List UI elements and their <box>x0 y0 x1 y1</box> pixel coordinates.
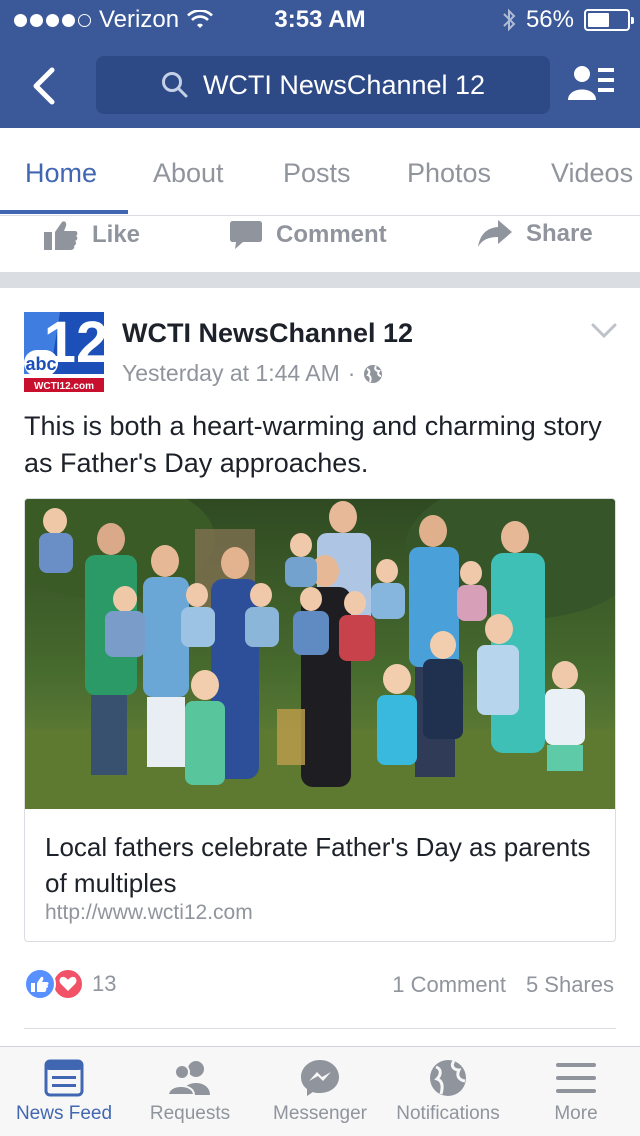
like-reaction-icon <box>24 968 56 1000</box>
share-label: Share <box>526 220 593 247</box>
tab-requests[interactable]: Requests <box>126 1059 254 1125</box>
messenger-label: Messenger <box>273 1103 367 1124</box>
messenger-icon <box>301 1060 339 1096</box>
previous-post-actions: Like Comment Share <box>0 216 640 272</box>
love-reaction-icon <box>52 968 84 1000</box>
reaction-count: 13 <box>92 971 117 996</box>
reaction-summary[interactable]: 13 <box>24 968 116 1000</box>
top-bar: Verizon 3:53 AM 56% WCTI NewsChannel 12 <box>0 0 640 128</box>
comment-label: Comment <box>276 221 387 248</box>
navigation-bar: WCTI NewsChannel 12 <box>0 56 640 114</box>
notifications-label: Notifications <box>396 1103 500 1124</box>
engagement-summary: 1 Comment 5 Shares <box>392 972 614 998</box>
globe-notifications-icon <box>430 1060 466 1096</box>
post-timestamp[interactable]: Yesterday at 1:44 AM <box>122 360 340 387</box>
page-avatar[interactable]: 12 abc WCTI12.com <box>24 312 104 392</box>
tab-posts[interactable]: Posts <box>283 158 351 189</box>
post-text: This is both a heart-warming and charmin… <box>24 411 602 478</box>
news-feed-label: News Feed <box>15 1103 113 1124</box>
tab-news-feed[interactable]: News Feed <box>0 1059 128 1125</box>
tab-notifications[interactable]: Notifications <box>384 1059 512 1125</box>
link-preview-card[interactable]: Local fathers celebrate Father's Day as … <box>24 498 616 942</box>
tab-home[interactable]: Home <box>25 158 97 189</box>
bottom-tab-bar: News Feed Requests Messenger Notificatio… <box>0 1046 640 1136</box>
post-options-chevron-icon[interactable] <box>590 322 618 340</box>
tab-videos[interactable]: Videos <box>551 158 633 189</box>
logo-network: abc <box>25 354 56 374</box>
comment-button[interactable]: Comment <box>230 220 387 250</box>
tab-about[interactable]: About <box>153 158 224 189</box>
logo-site: WCTI12.com <box>34 381 94 392</box>
requests-label: Requests <box>149 1103 231 1124</box>
like-button[interactable]: Like <box>44 220 140 250</box>
hamburger-menu-icon <box>556 1063 596 1093</box>
post-meta: Yesterday at 1:44 AM · <box>122 360 383 387</box>
post-card: 12 abc WCTI12.com WCTI NewsChannel 12 Ye… <box>0 288 640 1046</box>
link-url[interactable]: http://www.wcti12.com <box>45 901 253 925</box>
tab-more[interactable]: More <box>512 1059 640 1125</box>
search-text: WCTI NewsChannel 12 <box>202 69 486 100</box>
search-icon <box>161 72 188 98</box>
status-bar: Verizon 3:53 AM 56% <box>0 0 640 40</box>
share-arrow-icon <box>478 220 512 247</box>
page-name[interactable]: WCTI NewsChannel 12 <box>122 318 413 349</box>
battery-icon <box>584 9 634 31</box>
page-tabs: Home About Posts Photos Videos <box>0 128 640 216</box>
post-divider <box>24 1028 616 1029</box>
feed-separator <box>0 272 640 288</box>
globe-icon <box>364 364 383 383</box>
search-bar[interactable]: WCTI NewsChannel 12 <box>96 56 550 114</box>
wcti-12-logo-icon: 12 abc WCTI12.com <box>24 312 104 392</box>
tab-photos[interactable]: Photos <box>407 158 491 189</box>
comment-count[interactable]: 1 Comment <box>392 972 506 998</box>
like-label: Like <box>92 221 141 248</box>
battery-percent: 56% <box>525 6 574 33</box>
battery-fill <box>588 13 610 27</box>
news-feed-icon <box>44 1059 84 1097</box>
friend-requests-icon <box>168 1061 210 1096</box>
back-button[interactable] <box>26 64 62 108</box>
more-label: More <box>554 1103 598 1124</box>
thumbs-up-icon <box>44 221 78 250</box>
active-tab-indicator <box>0 210 128 214</box>
meta-separator: · <box>347 360 356 386</box>
share-count[interactable]: 5 Shares <box>526 972 614 998</box>
link-title[interactable]: Local fathers celebrate Father's Day as … <box>45 829 595 901</box>
profile-list-button[interactable] <box>568 62 616 106</box>
share-button[interactable]: Share <box>478 220 593 248</box>
family-photo[interactable] <box>25 499 615 809</box>
tab-messenger[interactable]: Messenger <box>256 1059 384 1125</box>
bluetooth-icon <box>503 8 516 32</box>
comment-icon <box>230 221 262 249</box>
